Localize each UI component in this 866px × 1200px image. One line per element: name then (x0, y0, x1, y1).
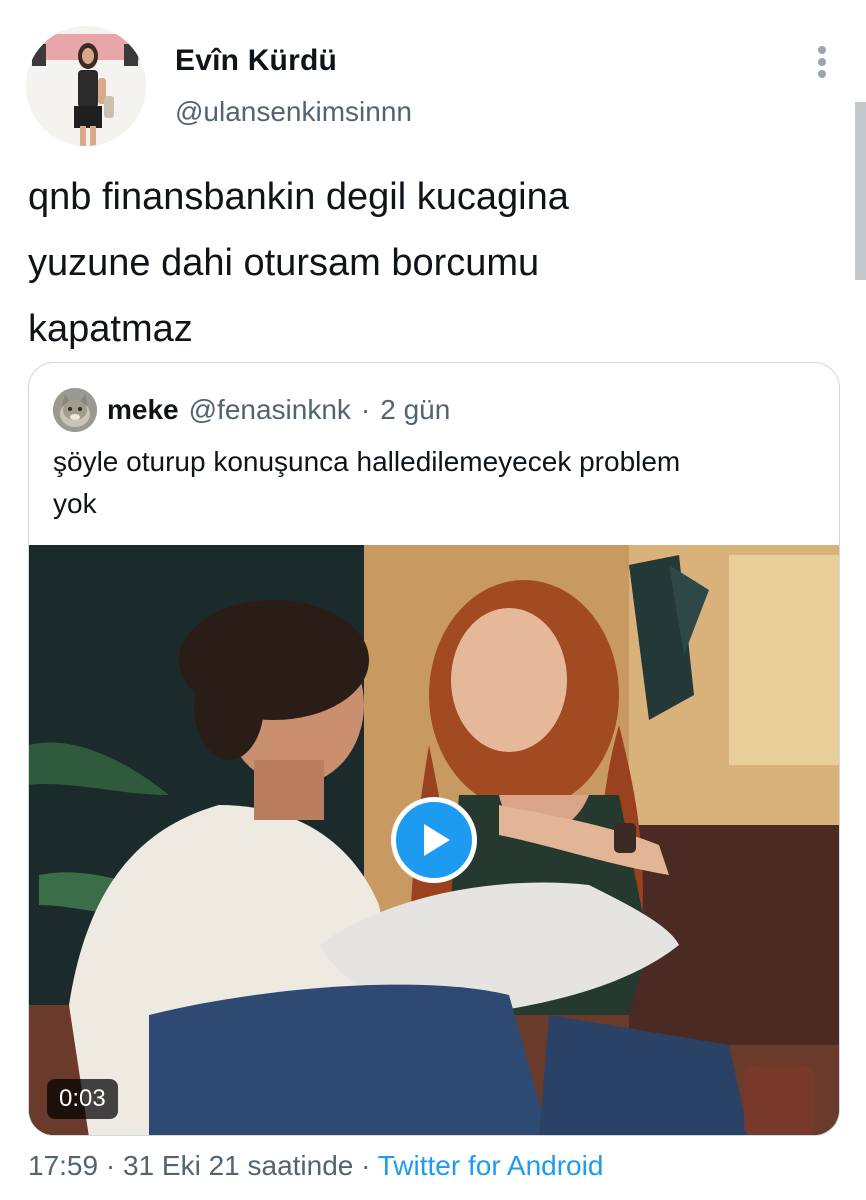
quoted-tweet-text-line: şöyle oturup konuşunca halledilemeyecek … (53, 446, 681, 477)
tweet-header: Evîn Kürdü @ulansenkimsinnn (0, 0, 866, 160)
quoted-tweet-card[interactable]: meke @fenasinknk · 2 gün şöyle oturup ko… (28, 362, 840, 1136)
author-handle[interactable]: @ulansenkimsinnn (175, 96, 412, 128)
play-button[interactable] (391, 797, 477, 883)
tweet-source-link[interactable]: Twitter for Android (378, 1150, 604, 1181)
tweet-meta: 17:59 · 31 Eki 21 saatinde · Twitter for… (28, 1150, 603, 1182)
tweet-text: qnb finansbankin degil kucagina yuzune d… (28, 164, 828, 362)
more-dot (818, 70, 826, 78)
tweet-time[interactable]: 17:59 (28, 1150, 98, 1181)
separator-dot: · (361, 1150, 371, 1181)
separator-dot: · (360, 394, 371, 425)
author-avatar[interactable] (26, 26, 146, 146)
tweet-text-line: kapatmaz (28, 308, 193, 350)
quoted-tweet-text-line: yok (53, 488, 97, 519)
quoted-tweet-text: şöyle oturup konuşunca halledilemeyecek … (53, 441, 813, 525)
tweet-text-line: qnb finansbankin degil kucagina (28, 176, 569, 218)
more-dot (818, 58, 826, 66)
quoted-author-name[interactable]: meke (107, 394, 179, 426)
quoted-author-avatar[interactable] (53, 388, 97, 432)
quoted-tweet-time[interactable]: 2 gün (380, 394, 450, 426)
quoted-author-handle[interactable]: @fenasinknk (189, 394, 351, 426)
play-icon (424, 824, 450, 856)
scrollbar-thumb[interactable] (855, 102, 866, 280)
tweet-text-line: yuzune dahi otursam borcumu (28, 242, 540, 284)
more-dot (818, 46, 826, 54)
video-duration-badge: 0:03 (47, 1079, 118, 1119)
tweet-date[interactable]: 31 Eki 21 saatinde (123, 1150, 353, 1181)
quoted-tweet-header: meke @fenasinknk · 2 gün (53, 388, 450, 432)
more-vertical-icon[interactable] (808, 42, 836, 82)
author-display-name[interactable]: Evîn Kürdü (175, 44, 337, 78)
separator-dot: · (105, 1150, 116, 1181)
video-player[interactable]: 0:03 (29, 545, 839, 1135)
